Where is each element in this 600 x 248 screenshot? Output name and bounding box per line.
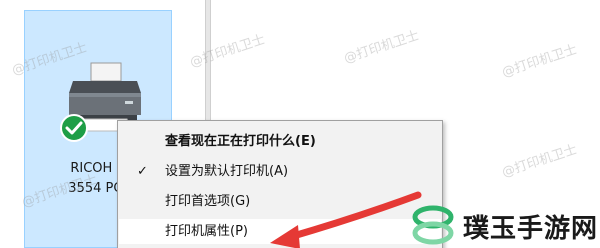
menu-item-label: 打印机属性(P) xyxy=(165,224,248,239)
menu-item-label: 打印首选项(G) xyxy=(165,194,251,209)
checkmark-badge-icon xyxy=(60,114,88,142)
red-arrow-icon xyxy=(270,191,422,248)
screenshot-stage: RICOH M 3554 PCL @打印机卫士 @打印机卫士 @打印机卫士 @打… xyxy=(0,0,600,248)
checkmark-icon: ✓ xyxy=(137,164,148,179)
menu-item-see-whats-printing[interactable]: 查看现在正在打印什么(E) xyxy=(119,129,441,154)
logo-text: 璞玉手游网 xyxy=(463,214,599,244)
menu-item-set-default[interactable]: ✓ 设置为默认打印机(A) xyxy=(119,159,441,184)
menu-item-label: 设置为默认打印机(A) xyxy=(165,164,289,179)
menu-item-label: 查看现在正在打印什么(E) xyxy=(165,134,316,149)
logo-mark-icon xyxy=(412,205,454,245)
site-logo: 璞玉手游网 xyxy=(405,200,600,248)
